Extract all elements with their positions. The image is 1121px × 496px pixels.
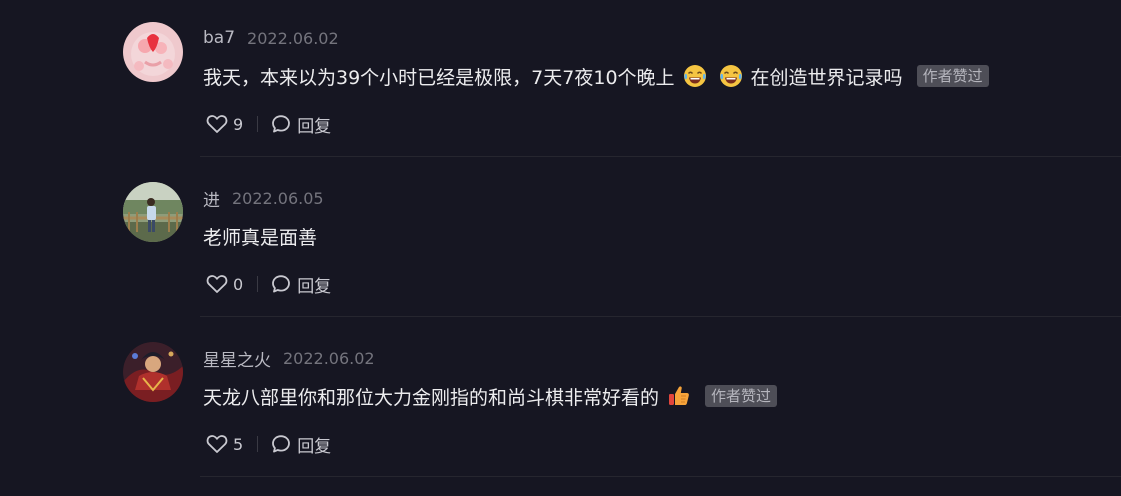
comment-actions: 0 回复 <box>206 272 331 297</box>
like-button[interactable]: 5 <box>206 434 243 454</box>
comment-item: 星星之火 2022.06.02 天龙八部里你和那位大力金刚指的和尚斗棋非常好看的… <box>0 320 1121 480</box>
comment-text-main: 老师真是面善 <box>203 226 318 249</box>
comment-divider <box>200 476 1121 477</box>
heart-icon <box>206 115 228 133</box>
username[interactable]: 进 <box>203 186 220 211</box>
reply-label: 回复 <box>297 436 332 457</box>
like-count: 0 <box>233 274 244 294</box>
avatar[interactable] <box>123 182 183 242</box>
like-button[interactable]: 0 <box>206 274 243 294</box>
username[interactable]: ba7 <box>203 28 235 48</box>
thumbs-up-icon <box>667 384 691 408</box>
reply-button[interactable]: 回复 <box>271 432 331 457</box>
action-divider <box>257 116 259 132</box>
comment-divider <box>200 156 1121 157</box>
comment-text: 我天，本来以为39个小时已经是极限，7天7夜10个晚上 在创造世界记录吗 作者赞… <box>203 62 989 90</box>
laugh-cry-icon <box>683 64 707 88</box>
like-button[interactable]: 9 <box>206 114 243 134</box>
comment-meta: 星星之火 2022.06.02 <box>203 346 375 371</box>
comment-bubble-icon <box>272 435 291 453</box>
reply-label: 回复 <box>297 276 332 297</box>
like-count: 9 <box>233 114 244 134</box>
avatar[interactable] <box>123 22 183 82</box>
comment-item: 进 2022.06.05 老师真是面善 0 回复 <box>0 160 1121 320</box>
comment-list: ba7 2022.06.02 我天，本来以为39个小时已经是极限，7天7夜10个… <box>0 0 1121 496</box>
comment-text-main: 我天，本来以为39个小时已经是极限，7天7夜10个晚上 <box>203 66 675 89</box>
comment-date: 2022.06.05 <box>232 188 324 208</box>
action-divider <box>257 276 259 292</box>
comment-actions: 5 回复 <box>206 432 331 457</box>
author-liked-badge: 作者赞过 <box>705 385 778 407</box>
comment-text-tail: 在创造世界记录吗 <box>750 66 903 89</box>
comment-meta: 进 2022.06.05 <box>203 186 324 211</box>
comment-divider <box>200 316 1121 317</box>
action-divider <box>257 436 259 452</box>
reply-button[interactable]: 回复 <box>271 112 331 137</box>
comment-text-main: 天龙八部里你和那位大力金刚指的和尚斗棋非常好看的 <box>203 386 660 409</box>
comment-meta: ba7 2022.06.02 <box>203 26 339 50</box>
reply-label: 回复 <box>297 116 332 137</box>
author-liked-badge: 作者赞过 <box>916 65 989 87</box>
comment-date: 2022.06.02 <box>247 28 339 48</box>
laugh-cry-icon <box>719 64 743 88</box>
username[interactable]: 星星之火 <box>203 346 271 371</box>
reply-button[interactable]: 回复 <box>271 272 331 297</box>
comment-bubble-icon <box>272 115 291 133</box>
comment-bubble-icon <box>272 275 291 293</box>
avatar[interactable] <box>123 342 183 402</box>
comment-actions: 9 回复 <box>206 112 331 137</box>
comment-text: 天龙八部里你和那位大力金刚指的和尚斗棋非常好看的 作者赞过 <box>203 382 778 410</box>
like-count: 5 <box>233 434 244 454</box>
comment-item: ba7 2022.06.02 我天，本来以为39个小时已经是极限，7天7夜10个… <box>0 0 1121 160</box>
heart-icon <box>206 435 228 453</box>
comment-date: 2022.06.02 <box>283 348 375 368</box>
comment-text: 老师真是面善 <box>203 222 317 250</box>
heart-icon <box>206 275 228 293</box>
